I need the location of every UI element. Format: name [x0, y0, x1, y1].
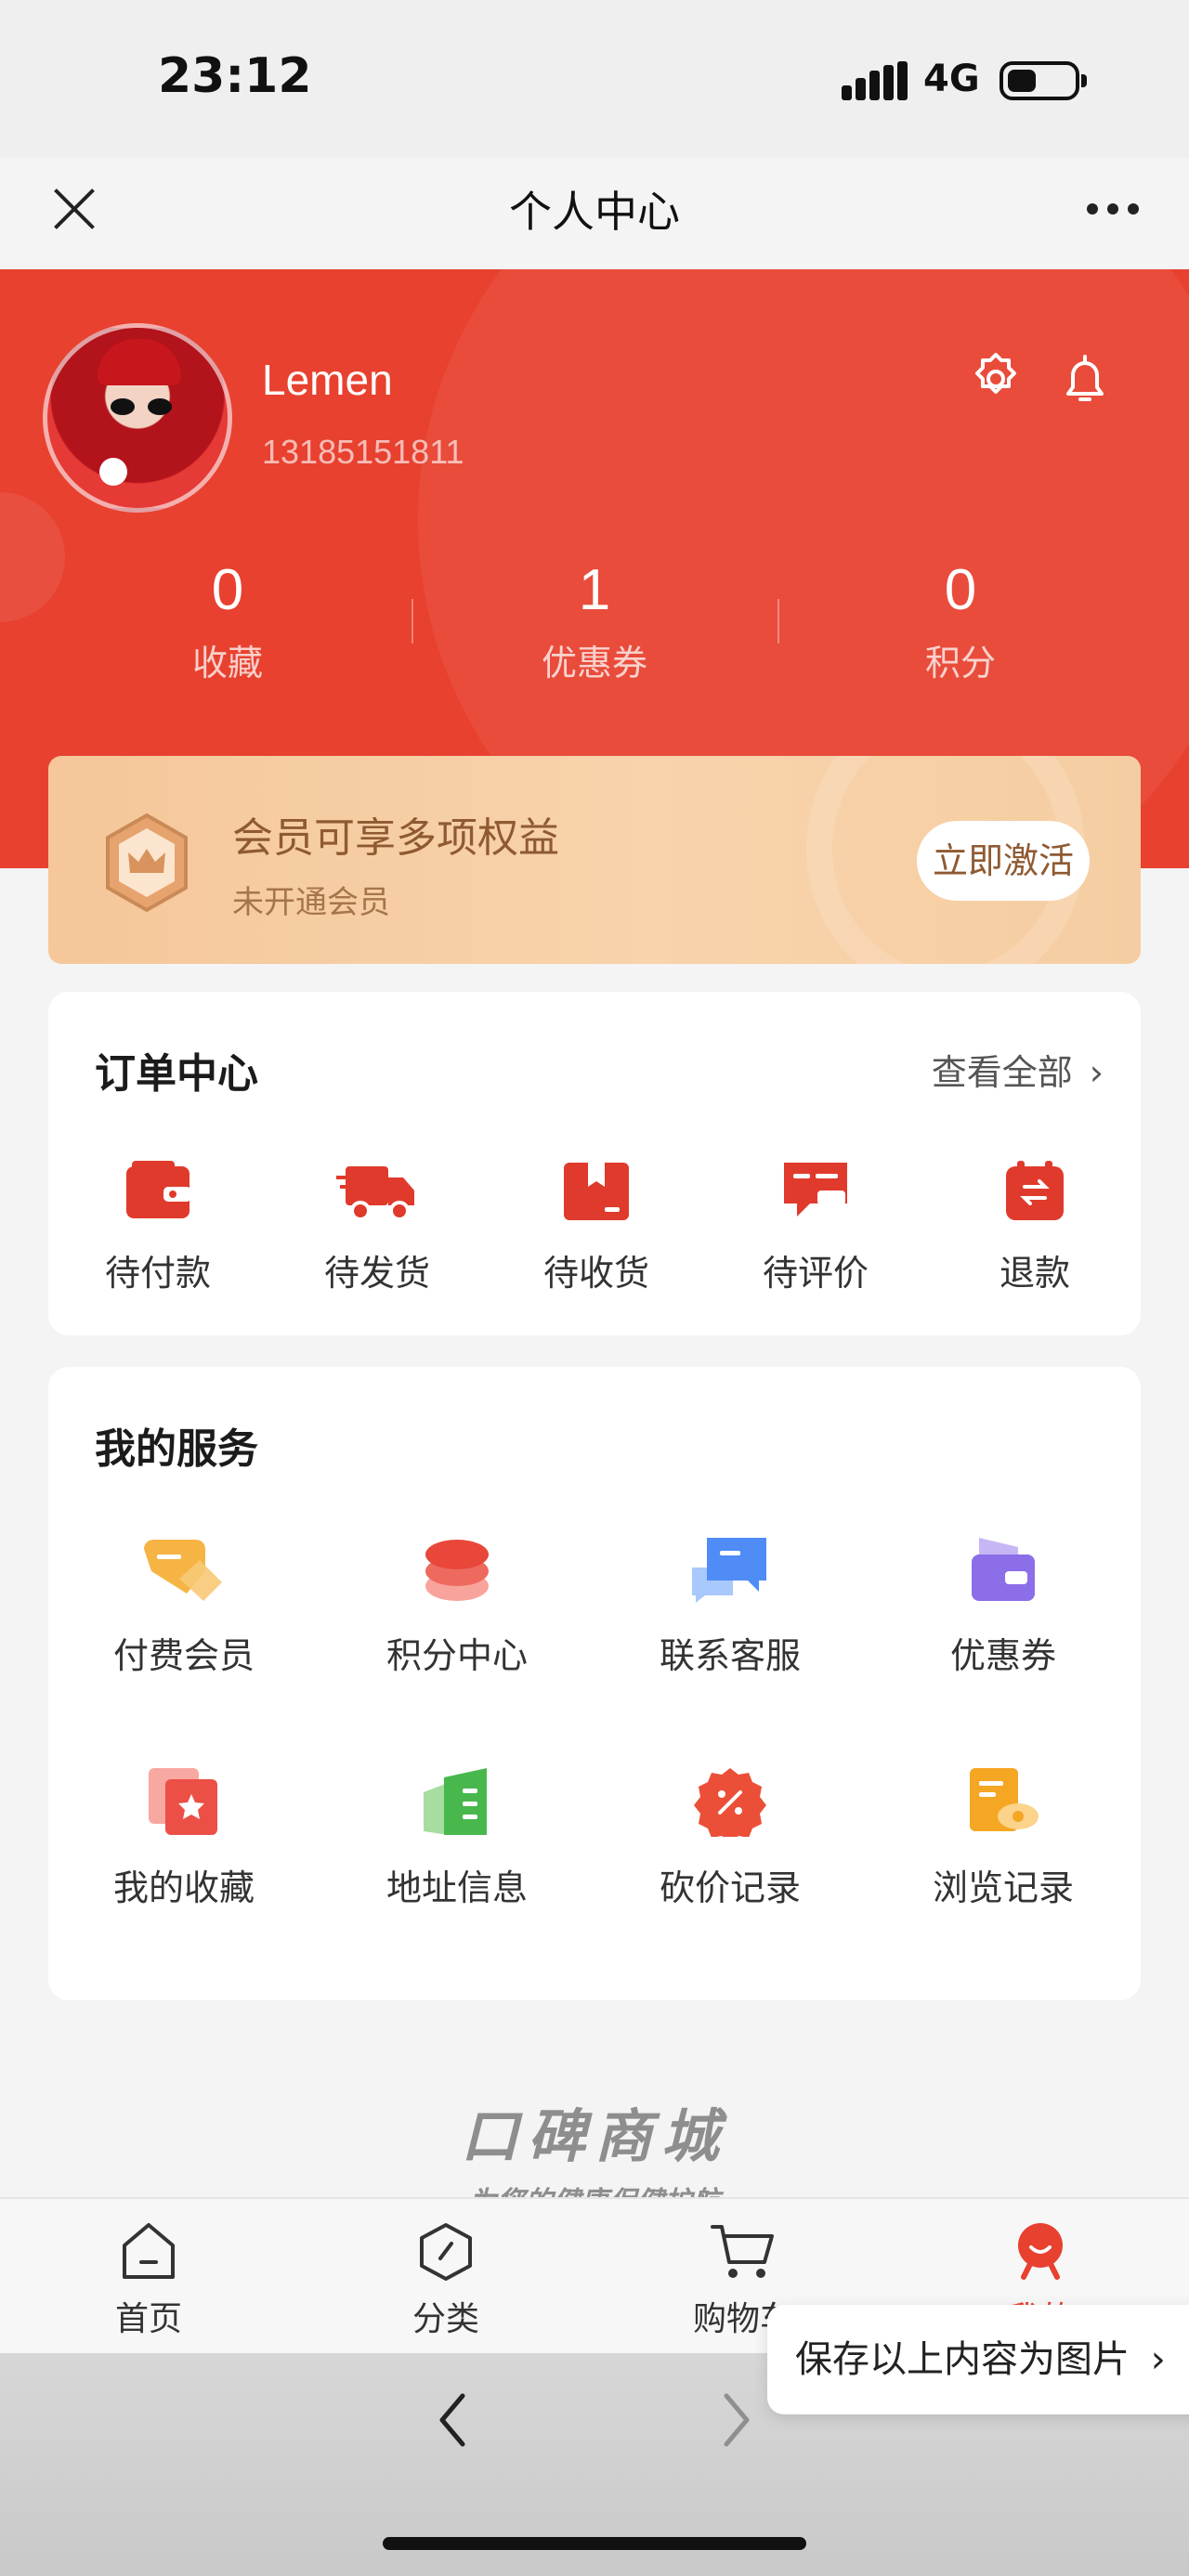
order-pending-receipt[interactable]: 待收货	[503, 1159, 689, 1295]
service-address-info[interactable]: 地址信息	[336, 1766, 578, 1910]
stat-label: 积分	[924, 643, 996, 683]
package-icon	[564, 1163, 629, 1220]
order-center-title: 订单中心	[95, 1050, 258, 1098]
network-label: 4G	[923, 58, 980, 100]
stat-value: 1	[578, 558, 611, 622]
order-center-card: 订单中心 查看全部 › 待付款 待发货 待收货 待评价 退款	[48, 992, 1141, 1335]
status-bar: 23:12 4G	[0, 0, 1189, 158]
service-browse-history[interactable]: 浏览记录	[882, 1766, 1124, 1910]
service-label: 砍价记录	[659, 1867, 801, 1908]
member-subtitle: 未开通会员	[232, 884, 390, 921]
back-arrow-icon[interactable]	[435, 2390, 472, 2450]
refund-icon	[1006, 1161, 1064, 1220]
cart-icon	[711, 2225, 774, 2278]
tab-label: 分类	[412, 2300, 479, 2338]
service-paid-member[interactable]: 付费会员	[63, 1534, 305, 1678]
page-title: 个人中心	[509, 187, 680, 237]
truck-icon	[336, 1166, 414, 1221]
address-book-icon	[424, 1768, 487, 1835]
service-label: 付费会员	[112, 1635, 255, 1676]
category-icon	[420, 2223, 472, 2281]
order-pending-review[interactable]: 待评价	[723, 1159, 908, 1295]
service-label: 浏览记录	[932, 1867, 1074, 1908]
stat-value: 0	[211, 558, 244, 622]
service-points-center[interactable]: 积分中心	[336, 1534, 578, 1678]
stat-favorites[interactable]: 0 收藏	[88, 557, 367, 685]
order-pending-shipment[interactable]: 待发货	[284, 1159, 470, 1295]
home-indicator	[383, 2537, 806, 2550]
user-name: Lemen	[262, 356, 393, 404]
chevron-right-icon: ›	[1150, 2338, 1166, 2381]
order-label: 待付款	[104, 1253, 211, 1294]
service-bargain-records[interactable]: 砍价记录	[609, 1766, 851, 1910]
service-label: 地址信息	[385, 1867, 528, 1908]
activate-button[interactable]: 立即激活	[917, 821, 1090, 901]
service-my-favorites[interactable]: 我的收藏	[63, 1766, 305, 1910]
my-services-card: 我的服务 付费会员 积分中心 联系客服 优惠券 我的收藏 地址信息 砍价记录 浏…	[48, 1367, 1141, 2000]
order-label: 待评价	[762, 1253, 869, 1294]
tab-category[interactable]: 分类	[353, 2221, 539, 2340]
stat-points[interactable]: 0 积分	[821, 557, 1100, 685]
service-coupons[interactable]: 优惠券	[882, 1534, 1124, 1678]
order-pending-payment[interactable]: 待付款	[65, 1159, 251, 1295]
discount-badge-icon	[694, 1768, 766, 1837]
order-label: 退款	[999, 1253, 1070, 1294]
save-as-image-label: 保存以上内容为图片	[795, 2338, 1130, 2381]
divider	[412, 599, 413, 644]
service-label: 联系客服	[659, 1635, 801, 1676]
service-label: 积分中心	[385, 1635, 528, 1676]
service-label: 优惠券	[949, 1635, 1056, 1676]
status-time: 23:12	[158, 48, 312, 104]
save-as-image-button[interactable]: 保存以上内容为图片 ›	[767, 2305, 1189, 2414]
chevron-right-icon: ›	[1089, 1052, 1104, 1093]
more-icon[interactable]	[1087, 200, 1139, 218]
view-all-orders-link[interactable]: 查看全部 ›	[932, 1044, 1104, 1095]
settings-gear-icon[interactable]	[966, 349, 1026, 409]
profile-icon	[1018, 2223, 1063, 2280]
divider	[777, 599, 779, 644]
tab-label: 首页	[114, 2300, 182, 2338]
signal-icon	[842, 61, 908, 100]
points-coins-icon	[425, 1540, 489, 1601]
battery-icon	[1000, 61, 1087, 100]
forward-arrow-icon[interactable]	[717, 2390, 754, 2450]
crown-badge-icon	[106, 813, 188, 913]
review-icon	[784, 1163, 847, 1216]
bell-icon[interactable]	[1055, 349, 1115, 409]
wallet-icon	[126, 1161, 191, 1218]
my-services-title: 我的服务	[95, 1425, 258, 1473]
brand-logo: 口碑商城	[460, 2102, 728, 2170]
order-label: 待收货	[542, 1253, 649, 1294]
home-icon	[123, 2223, 175, 2279]
member-title: 会员可享多项权益	[232, 814, 559, 862]
chat-icon	[692, 1538, 766, 1603]
service-label: 我的收藏	[112, 1867, 255, 1908]
order-label: 待发货	[323, 1253, 430, 1294]
member-tag-icon	[144, 1540, 222, 1601]
order-refund[interactable]: 退款	[942, 1159, 1128, 1295]
user-phone: 13185151811	[262, 433, 464, 471]
tab-home[interactable]: 首页	[56, 2221, 242, 2340]
history-eye-icon	[970, 1768, 1039, 1831]
avatar[interactable]	[43, 323, 232, 513]
coupon-wallet-icon	[972, 1538, 1035, 1601]
service-contact-support[interactable]: 联系客服	[609, 1534, 851, 1678]
stat-coupons[interactable]: 1 优惠券	[455, 557, 734, 685]
stat-label: 收藏	[191, 643, 263, 683]
favorites-star-icon	[149, 1768, 217, 1835]
stat-label: 优惠券	[541, 643, 647, 683]
member-banner[interactable]: 会员可享多项权益 未开通会员 立即激活	[48, 756, 1141, 964]
stat-value: 0	[944, 558, 977, 622]
view-all-label: 查看全部	[931, 1052, 1073, 1093]
